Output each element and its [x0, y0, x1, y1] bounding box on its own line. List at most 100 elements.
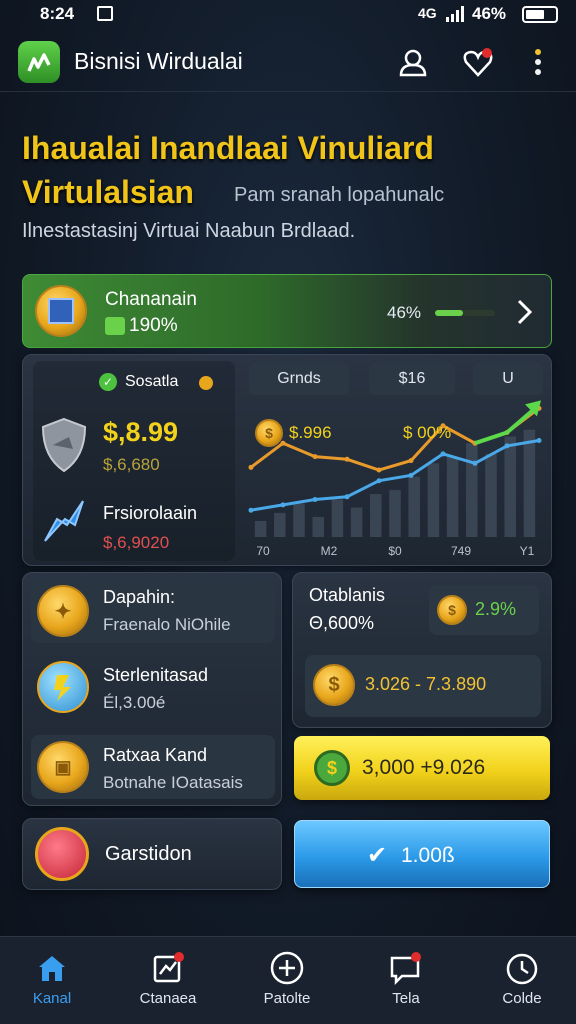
stats-badge: Sosatla: [125, 373, 179, 390]
treasure-chest-icon: ▣: [37, 741, 89, 793]
chart-point: [280, 502, 286, 508]
profile-icon[interactable]: [395, 45, 431, 81]
chart-bar: [254, 520, 267, 537]
app-title: Bisnisi Wirdualai: [74, 48, 243, 74]
lightning-icon: [41, 497, 89, 545]
nav-label: Kanal: [32, 990, 72, 1007]
chart-point: [344, 456, 350, 462]
chart-bar: [466, 443, 478, 537]
coin-small-icon: [199, 376, 213, 390]
chart-bar: [389, 490, 401, 537]
chart-label-1: $.996: [289, 423, 332, 442]
rate-coin-icon: $: [437, 595, 467, 625]
chart-x-tick: $0: [388, 544, 402, 558]
nav-tasks[interactable]: Ctanaea: [118, 946, 218, 1016]
tab-value[interactable]: $16: [369, 363, 455, 395]
list-item-title: Dapahin:: [103, 587, 176, 607]
tab-more[interactable]: U: [473, 363, 543, 395]
nav-home[interactable]: Kanal: [2, 946, 102, 1016]
list-item-subtitle: Él,3.00é: [103, 693, 166, 712]
shield-icon: [39, 417, 89, 473]
dollar-cycle-icon: $: [314, 750, 350, 786]
banner-percent: 46%: [387, 303, 422, 322]
hero-headline: Ihaualai Inandlaai Vinuliard: [22, 130, 434, 166]
chart-bar: [427, 463, 440, 537]
signal-icon: [446, 6, 466, 22]
chart-bar: [274, 512, 286, 537]
nav-clock[interactable]: Colde: [472, 946, 572, 1016]
battery-icon: [522, 6, 558, 23]
list-item[interactable]: Sterlenitasad Él,3.00é: [31, 655, 275, 719]
chart-point: [376, 478, 382, 484]
list-item-subtitle: Botnahe IOatasais: [103, 773, 243, 792]
chart-point: [280, 440, 286, 446]
plus-circle-icon: [270, 951, 304, 985]
hero-description: Ilnestastasinj Virtuai Naabun Brdlaad.: [22, 220, 356, 242]
chart-point: [344, 494, 350, 500]
chart-bar: [446, 456, 459, 537]
notification-icon: [97, 6, 113, 21]
yellow-action-button[interactable]: $ 3,000 +9.026: [294, 736, 550, 800]
chart-point: [408, 472, 414, 478]
stats-item-label: Frsiorolaain: [103, 503, 198, 523]
clock-icon: [506, 953, 538, 985]
check-icon: ✔: [367, 842, 388, 869]
favorites-icon[interactable]: [460, 45, 496, 81]
stats-value-main: $,8.99: [103, 417, 179, 447]
data-icon: 4G: [418, 5, 437, 21]
chart-bar: [504, 436, 516, 537]
chevron-right-icon[interactable]: [513, 297, 537, 327]
stats-chart-panel: ✓ Sosatla $,8.99 $,6,680 Frsiorolaain $,…: [22, 354, 552, 566]
hero-subtitle: Pam sranah lopahunalc: [234, 184, 445, 206]
battery-percent: 46%: [472, 4, 507, 23]
banner-progress-fill: [435, 310, 463, 316]
confirm-button[interactable]: ✔ 1.00ß: [294, 820, 550, 888]
chart-point: [504, 443, 510, 449]
gold-range-text: 3.026 - 7.3.890: [365, 674, 487, 694]
status-time: 8:24: [40, 4, 75, 23]
energy-badge-icon: [37, 661, 89, 713]
gold-range-row: $ 3.026 - 7.3.890: [305, 655, 541, 717]
message-icon: [390, 952, 421, 986]
ruby-badge-icon: [35, 827, 89, 881]
chart-bar: [312, 516, 324, 537]
nav-add[interactable]: Patolte: [237, 946, 337, 1016]
list-item[interactable]: ✦ Dapahin: Fraenalo NiOhile: [31, 579, 275, 643]
dollar-coin-icon: $: [313, 664, 355, 706]
target-coin-icon: ✦: [37, 585, 89, 637]
chart-label-2: $ 00%: [403, 423, 452, 442]
tab-trends[interactable]: Grnds: [249, 363, 349, 395]
chart-point: [312, 454, 318, 460]
yellow-button-label: 3,000 +9.026: [362, 756, 486, 779]
chart-bar: [408, 476, 420, 537]
stats-value-sub: $,6,680: [103, 455, 160, 474]
banner-progress-track: [435, 310, 495, 316]
chart-x-tick: 749: [451, 544, 471, 558]
chart-point: [408, 458, 414, 464]
chart-x-tick: Y1: [520, 544, 535, 558]
more-menu-icon[interactable]: [530, 45, 546, 81]
stats-item-value: $,6,9020: [103, 533, 170, 552]
list-item-title: Sterlenitasad: [103, 665, 209, 685]
summary-card: Otablanis Θ,600% $ 2.9% $ 3.026 - 7.3.89…: [292, 572, 552, 728]
check-icon: ✓: [99, 373, 117, 391]
tasks-icon: [153, 952, 184, 983]
guardian-card[interactable]: Garstidon: [22, 818, 282, 890]
home-icon: [39, 956, 65, 981]
nav-label: Patolte: [263, 990, 311, 1007]
app-logo-icon: [18, 41, 60, 83]
app-header: Bisnisi Wirdualai: [0, 32, 576, 92]
banner-rate: 190%: [129, 315, 178, 336]
chart-bar: [485, 453, 497, 537]
chart-point: [248, 464, 254, 470]
status-bar: 8:24 4G 46%: [0, 0, 576, 30]
list-item-subtitle: Fraenalo NiOhile: [103, 615, 231, 634]
summary-value: Θ,600%: [309, 613, 375, 633]
list-item[interactable]: ▣ Ratxaa Kand Botnahe IOatasais: [31, 735, 275, 799]
promo-banner[interactable]: Chananain 190% 46%: [22, 274, 552, 348]
chart-point: [376, 467, 382, 473]
nav-messages[interactable]: Tela: [356, 946, 456, 1016]
stats-card: ✓ Sosatla $,8.99 $,6,680 Frsiorolaain $,…: [33, 361, 235, 561]
summary-title: Otablanis: [309, 585, 386, 605]
banner-title: Chananain: [105, 289, 197, 310]
